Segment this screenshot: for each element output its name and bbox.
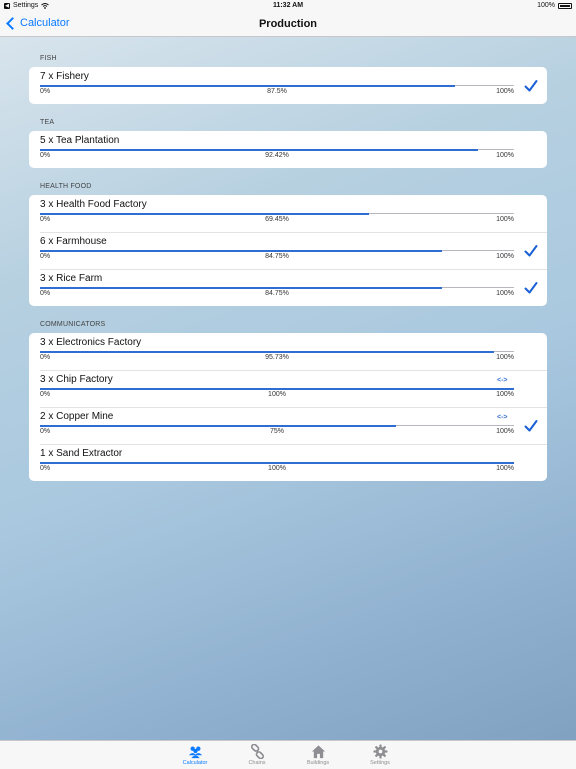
progress-value-label: 95.73% <box>265 354 289 361</box>
tab-chains[interactable]: Chains <box>227 741 287 769</box>
progress-value-label: 84.75% <box>265 253 289 260</box>
tab-label: Calculator <box>182 760 208 766</box>
status-time: 11:32 AM <box>272 2 304 9</box>
gear-icon <box>372 744 388 759</box>
tab-label: Buildings <box>306 760 330 766</box>
row-title: 6 x Farmhouse <box>40 236 107 247</box>
section-header-communicators: COMMUNICATORS <box>40 321 106 328</box>
list-item[interactable]: 6 x Farmhouse 0% 84.75% 100% <box>29 232 547 269</box>
row-title: 1 x Sand Extractor <box>40 448 123 459</box>
people-icon <box>188 746 202 759</box>
section-header-health-food: HEALTH FOOD <box>40 183 92 190</box>
checkmark-icon[interactable] <box>524 244 538 258</box>
battery-icon <box>558 2 572 9</box>
checkmark-icon[interactable] <box>524 281 538 295</box>
section-card-health-food: 3 x Health Food Factory 0% 69.45% 100% 6… <box>29 195 547 306</box>
row-title: 3 x Chip Factory <box>40 374 113 385</box>
progress-fill <box>40 350 494 353</box>
row-title: 3 x Health Food Factory <box>40 199 147 210</box>
progress-value-label: 84.75% <box>265 290 289 297</box>
progress-fill <box>40 212 370 215</box>
progress-track <box>40 424 514 427</box>
battery-percent: 100% <box>537 2 555 9</box>
progress-track <box>40 461 514 464</box>
status-right: 100% <box>537 2 572 9</box>
progress-max-label: 100% <box>496 88 514 95</box>
progress-max-label: 100% <box>496 354 514 361</box>
tab-label: Settings <box>370 760 390 766</box>
progress-value-label: 100% <box>268 391 286 398</box>
progress-track <box>40 212 514 215</box>
tab-buildings[interactable]: Buildings <box>288 741 348 769</box>
progress-track <box>40 148 514 151</box>
progress-fill <box>40 387 514 390</box>
section-card-tea: 5 x Tea Plantation 0% 92.42% 100% <box>29 131 547 168</box>
list-item[interactable]: 3 x Chip Factory <-> 0% 100% 100% <box>29 370 547 407</box>
list-item[interactable]: 7 x Fishery 0% 87.5% 100% <box>29 67 547 104</box>
progress-max-label: 100% <box>496 428 514 435</box>
progress-max-label: 100% <box>496 391 514 398</box>
progress-max-label: 100% <box>496 216 514 223</box>
row-title: 3 x Rice Farm <box>40 273 103 284</box>
progress-value-label: 92.42% <box>265 152 289 159</box>
tab-bar: Calculator Chains Buildings Settings <box>0 740 576 769</box>
tab-calculator[interactable]: Calculator <box>165 741 225 769</box>
progress-value-label: 100% <box>268 465 286 472</box>
progress-max-label: 100% <box>496 253 514 260</box>
tab-label: Chains <box>248 760 266 766</box>
swap-button[interactable]: <-> <box>497 377 508 384</box>
chain-link-icon <box>250 744 264 759</box>
progress-max-label: 100% <box>496 152 514 159</box>
progress-track <box>40 350 514 353</box>
progress-fill <box>40 249 442 252</box>
progress-fill <box>40 424 396 427</box>
swap-button[interactable]: <-> <box>497 414 508 421</box>
progress-fill <box>40 84 455 87</box>
progress-max-label: 100% <box>496 465 514 472</box>
progress-track <box>40 387 514 390</box>
checkmark-icon[interactable] <box>524 79 538 93</box>
row-title: 3 x Electronics Factory <box>40 337 142 348</box>
section-card-fish: 7 x Fishery 0% 87.5% 100% <box>29 67 547 104</box>
progress-track <box>40 286 514 289</box>
row-title: 5 x Tea Plantation <box>40 135 120 146</box>
section-card-communicators: 3 x Electronics Factory 0% 95.73% 100% 3… <box>29 333 547 481</box>
tab-settings[interactable]: Settings <box>350 741 410 769</box>
list-item[interactable]: 3 x Electronics Factory 0% 95.73% 100% <box>29 333 547 370</box>
progress-fill <box>40 148 479 151</box>
list-item[interactable]: 1 x Sand Extractor 0% 100% 100% <box>29 444 547 481</box>
navigation-bar: Calculator Production <box>0 12 576 37</box>
checkmark-icon[interactable] <box>524 419 538 433</box>
list-item[interactable]: 5 x Tea Plantation 0% 92.42% 100% <box>29 131 547 168</box>
progress-fill <box>40 286 442 289</box>
house-icon <box>311 745 325 759</box>
progress-value-label: 75% <box>269 428 284 435</box>
progress-track <box>40 84 514 87</box>
list-item[interactable]: 3 x Rice Farm 0% 84.75% 100% <box>29 269 547 306</box>
progress-track <box>40 249 514 252</box>
progress-max-label: 100% <box>496 290 514 297</box>
row-title: 7 x Fishery <box>40 71 89 82</box>
row-title: 2 x Copper Mine <box>40 411 114 422</box>
section-header-fish: FISH <box>40 55 57 62</box>
section-header-tea: TEA <box>40 119 55 126</box>
progress-fill <box>40 461 514 464</box>
progress-value-label: 87.5% <box>267 88 287 95</box>
list-item[interactable]: 3 x Health Food Factory 0% 69.45% 100% <box>29 195 547 232</box>
progress-value-label: 69.45% <box>265 216 289 223</box>
list-item[interactable]: 2 x Copper Mine <-> 0% 75% 100% <box>29 407 547 444</box>
page-title: Production <box>258 18 318 30</box>
status-bar: ◀ Settings 11:32 AM 100% <box>0 0 576 12</box>
